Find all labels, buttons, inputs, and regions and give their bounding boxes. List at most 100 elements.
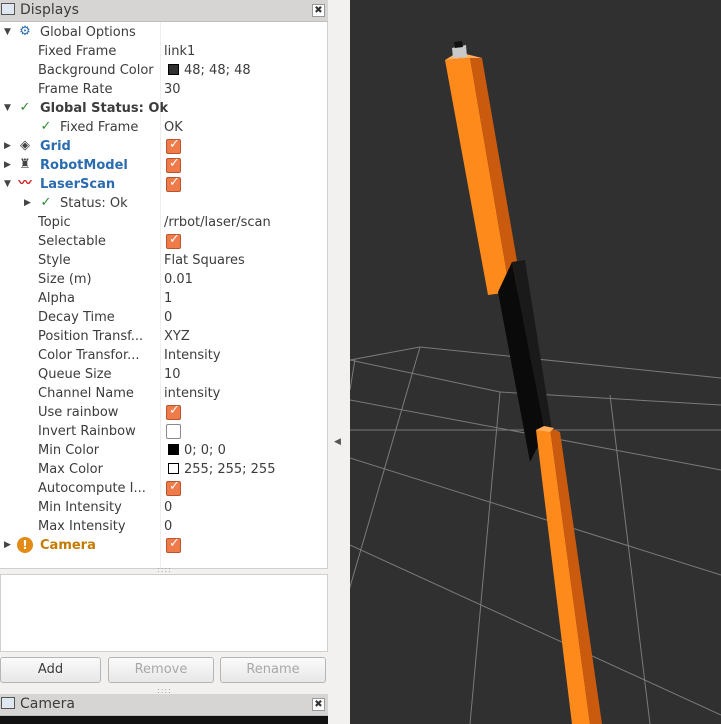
tree-row-fixed-frame[interactable]: Fixed Frame link1: [0, 42, 327, 61]
add-button[interactable]: Add: [0, 657, 101, 683]
tree-row-global-status[interactable]: ▼ ✓ Global Status: Ok: [0, 99, 327, 118]
row-value[interactable]: 48; 48; 48: [168, 61, 251, 80]
tree-row-status-fixed-frame[interactable]: ✓ Fixed Frame OK: [0, 118, 327, 137]
tree-row-invert-rainbow[interactable]: Invert Rainbow: [0, 422, 327, 441]
row-value[interactable]: 0; 0; 0: [168, 441, 226, 460]
tree-row-min-color[interactable]: Min Color 0; 0; 0: [0, 441, 327, 460]
row-label: Global Status: Ok: [40, 101, 169, 116]
close-icon[interactable]: ✖: [312, 698, 325, 711]
use-rainbow-checkbox[interactable]: [166, 403, 181, 420]
tree-row-alpha[interactable]: Alpha 1: [0, 289, 327, 308]
row-label: LaserScan: [40, 177, 116, 192]
laser-scan-icon: 〰: [18, 176, 32, 191]
close-icon[interactable]: ✖: [312, 4, 325, 17]
tree-row-global-options[interactable]: ▼ ⚙ Global Options: [0, 23, 327, 42]
row-label: Status: Ok: [60, 196, 128, 211]
expand-arrow-icon[interactable]: ▼: [4, 100, 14, 117]
grid-icon: ◈: [20, 138, 30, 153]
tree-row-min-intensity[interactable]: Min Intensity 0: [0, 498, 327, 517]
row-label: Global Options: [40, 25, 136, 40]
row-value[interactable]: 30: [164, 80, 181, 99]
selectable-checkbox[interactable]: [166, 232, 181, 249]
collapse-left-arrow-icon[interactable]: ◀: [334, 437, 341, 447]
tree-row-frame-rate[interactable]: Frame Rate 30: [0, 80, 327, 99]
resize-handle-icon[interactable]: ::::: [157, 565, 172, 574]
displays-title: Displays: [20, 2, 79, 18]
tree-row-max-color[interactable]: Max Color 255; 255; 255: [0, 460, 327, 479]
tree-row-size[interactable]: Size (m) 0.01: [0, 270, 327, 289]
row-label: Autocompute I...: [38, 481, 146, 496]
row-label: Queue Size: [38, 367, 112, 382]
render-3d-view[interactable]: [350, 0, 721, 724]
row-label: Fixed Frame: [60, 120, 139, 135]
grid-enabled-checkbox[interactable]: [166, 137, 181, 154]
row-label: Selectable: [38, 234, 106, 249]
row-value[interactable]: Intensity: [164, 346, 221, 365]
row-label: RobotModel: [40, 158, 128, 173]
row-label: Topic: [38, 215, 71, 230]
row-value[interactable]: Flat Squares: [164, 251, 245, 270]
row-value[interactable]: /rrbot/laser/scan: [164, 213, 271, 232]
row-value[interactable]: 10: [164, 365, 181, 384]
tree-row-robotmodel[interactable]: ▶ ♜ RobotModel: [0, 156, 327, 175]
autocompute-intensity-checkbox[interactable]: [166, 479, 181, 496]
tree-row-laserscan[interactable]: ▼ 〰 LaserScan: [0, 175, 327, 194]
row-value[interactable]: 255; 255; 255: [168, 460, 275, 479]
scene-canvas[interactable]: [350, 0, 721, 724]
color-swatch: [168, 463, 179, 474]
warning-icon: !: [17, 537, 33, 553]
gear-icon: ⚙: [19, 24, 31, 39]
row-label: Min Color: [38, 443, 100, 458]
row-value[interactable]: XYZ: [164, 327, 190, 346]
tree-row-laserscan-status[interactable]: ▶ ✓ Status: Ok: [0, 194, 327, 213]
tree-row-use-rainbow[interactable]: Use rainbow: [0, 403, 327, 422]
tree-row-max-intensity[interactable]: Max Intensity 0: [0, 517, 327, 536]
expand-arrow-icon[interactable]: ▼: [4, 24, 14, 41]
collapse-arrow-icon[interactable]: ▶: [4, 138, 14, 155]
collapse-arrow-icon[interactable]: ▶: [24, 195, 34, 212]
camera-enabled-checkbox[interactable]: [166, 536, 181, 553]
invert-rainbow-checkbox[interactable]: [166, 424, 181, 439]
tip-cap: [454, 41, 463, 48]
tree-row-color-transformer[interactable]: Color Transfor... Intensity: [0, 346, 327, 365]
row-value[interactable]: intensity: [164, 384, 220, 403]
tree-row-selectable[interactable]: Selectable: [0, 232, 327, 251]
row-value: OK: [164, 120, 183, 135]
tree-row-decay-time[interactable]: Decay Time 0: [0, 308, 327, 327]
expand-arrow-icon[interactable]: ▼: [4, 176, 14, 193]
tree-row-position-transformer[interactable]: Position Transf... XYZ: [0, 327, 327, 346]
robot-icon: ♜: [19, 157, 31, 172]
laserscan-enabled-checkbox[interactable]: [166, 175, 181, 192]
tree-row-topic[interactable]: Topic /rrbot/laser/scan: [0, 213, 327, 232]
rename-button[interactable]: Rename: [220, 657, 326, 683]
checkmark-icon: ✓: [19, 100, 31, 115]
tree-row-style[interactable]: Style Flat Squares: [0, 251, 327, 270]
remove-button[interactable]: Remove: [108, 657, 214, 683]
camera-image-view: [0, 716, 328, 724]
row-value[interactable]: link1: [164, 42, 195, 61]
tree-row-background-color[interactable]: Background Color 48; 48; 48: [0, 61, 327, 80]
panel-splitter[interactable]: ◀: [328, 0, 350, 724]
row-value[interactable]: 0: [164, 498, 172, 517]
collapse-arrow-icon[interactable]: ▶: [4, 157, 14, 174]
tree-row-camera[interactable]: ▶ ! Camera: [0, 536, 327, 555]
row-label: Max Color: [38, 462, 103, 477]
row-value[interactable]: 1: [164, 289, 172, 308]
left-panel: Displays ✖ ▼ ⚙ Global Options Fixed Fram…: [0, 0, 328, 724]
camera-title: Camera: [20, 696, 75, 712]
row-label: Use rainbow: [38, 405, 119, 420]
row-label: Invert Rainbow: [38, 424, 136, 439]
tree-row-grid[interactable]: ▶ ◈ Grid: [0, 137, 327, 156]
row-value[interactable]: 0: [164, 517, 172, 536]
tree-row-queue-size[interactable]: Queue Size 10: [0, 365, 327, 384]
robotmodel-enabled-checkbox[interactable]: [166, 156, 181, 173]
displays-tree[interactable]: ▼ ⚙ Global Options Fixed Frame link1 Bac…: [0, 22, 328, 569]
color-value: 0; 0; 0: [184, 443, 226, 458]
tree-row-autocompute-intensity[interactable]: Autocompute I...: [0, 479, 327, 498]
row-value[interactable]: 0.01: [164, 270, 193, 289]
collapse-arrow-icon[interactable]: ▶: [4, 537, 14, 554]
row-value[interactable]: 0: [164, 308, 172, 327]
tree-row-channel-name[interactable]: Channel Name intensity: [0, 384, 327, 403]
row-label: Decay Time: [38, 310, 115, 325]
row-label: Style: [38, 253, 71, 268]
